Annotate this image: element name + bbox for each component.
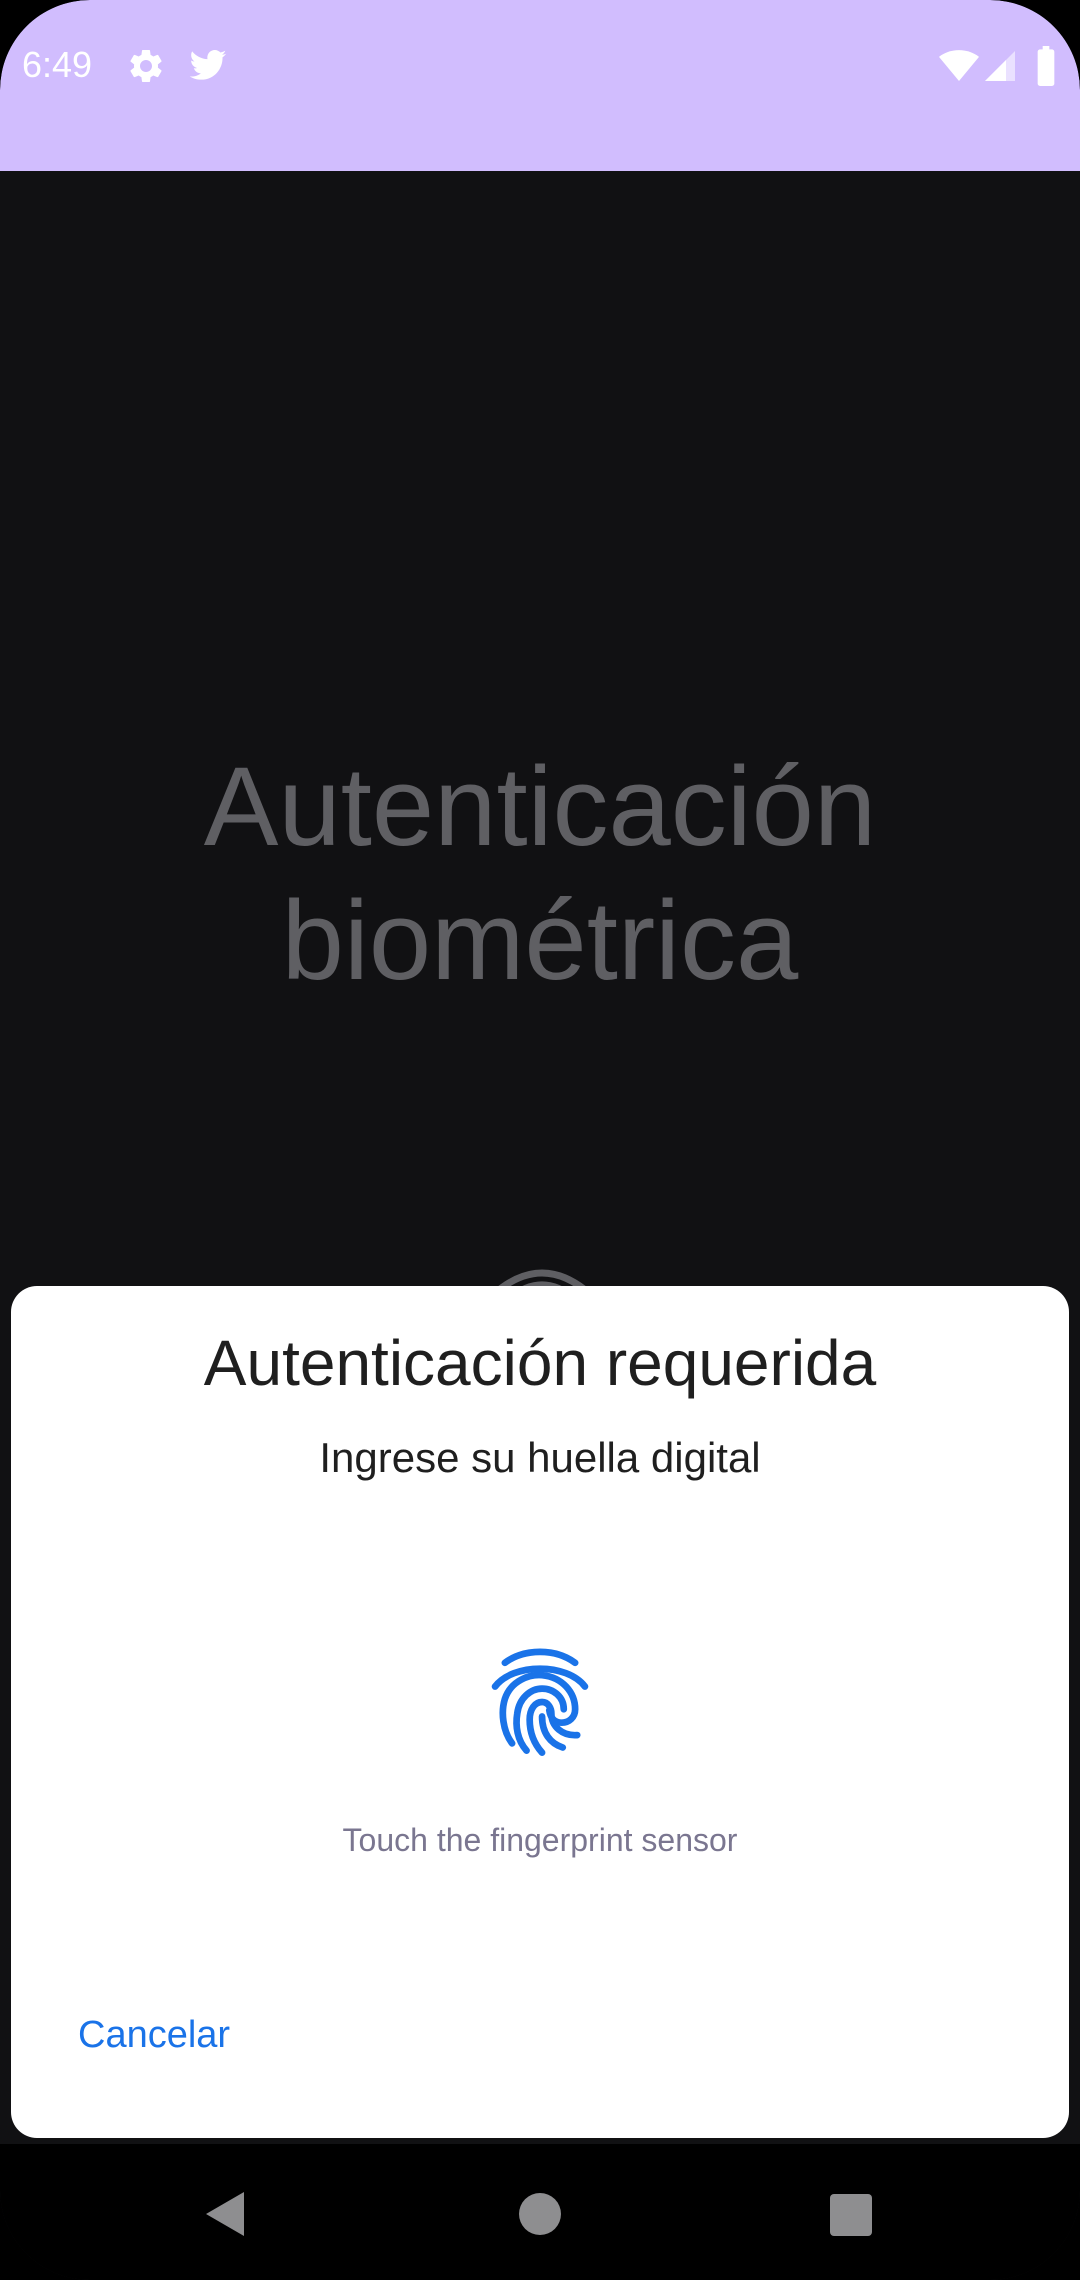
battery-icon: [1037, 46, 1055, 86]
twitter-icon: [189, 50, 227, 80]
home-icon[interactable]: [510, 2184, 570, 2244]
settings-icon: [130, 49, 162, 82]
navigation-bar: [0, 2144, 1080, 2280]
cancel-button[interactable]: Cancelar: [78, 2014, 230, 2057]
wifi-icon: [939, 50, 979, 81]
fingerprint-icon: [491, 1648, 589, 1757]
cellular-signal-icon: [985, 51, 1015, 81]
recents-icon[interactable]: [820, 2184, 880, 2244]
biometric-dialog: Autenticación requerida Ingrese su huell…: [11, 1286, 1069, 2138]
dialog-title: Autenticación requerida: [203, 1327, 877, 1399]
screen-title: Autenticación biométrica: [203, 744, 877, 1003]
dialog-subtitle: Ingrese su huella digital: [319, 1434, 761, 1481]
fingerprint-hint: Touch the fingerprint sensor: [342, 1822, 738, 1858]
status-bar: 6:49: [0, 0, 1080, 171]
status-time: 6:49: [22, 44, 93, 85]
phone-screen: 6:49 Autenticación biométrica Autenticac…: [0, 0, 1080, 2280]
back-icon[interactable]: [196, 2184, 256, 2244]
